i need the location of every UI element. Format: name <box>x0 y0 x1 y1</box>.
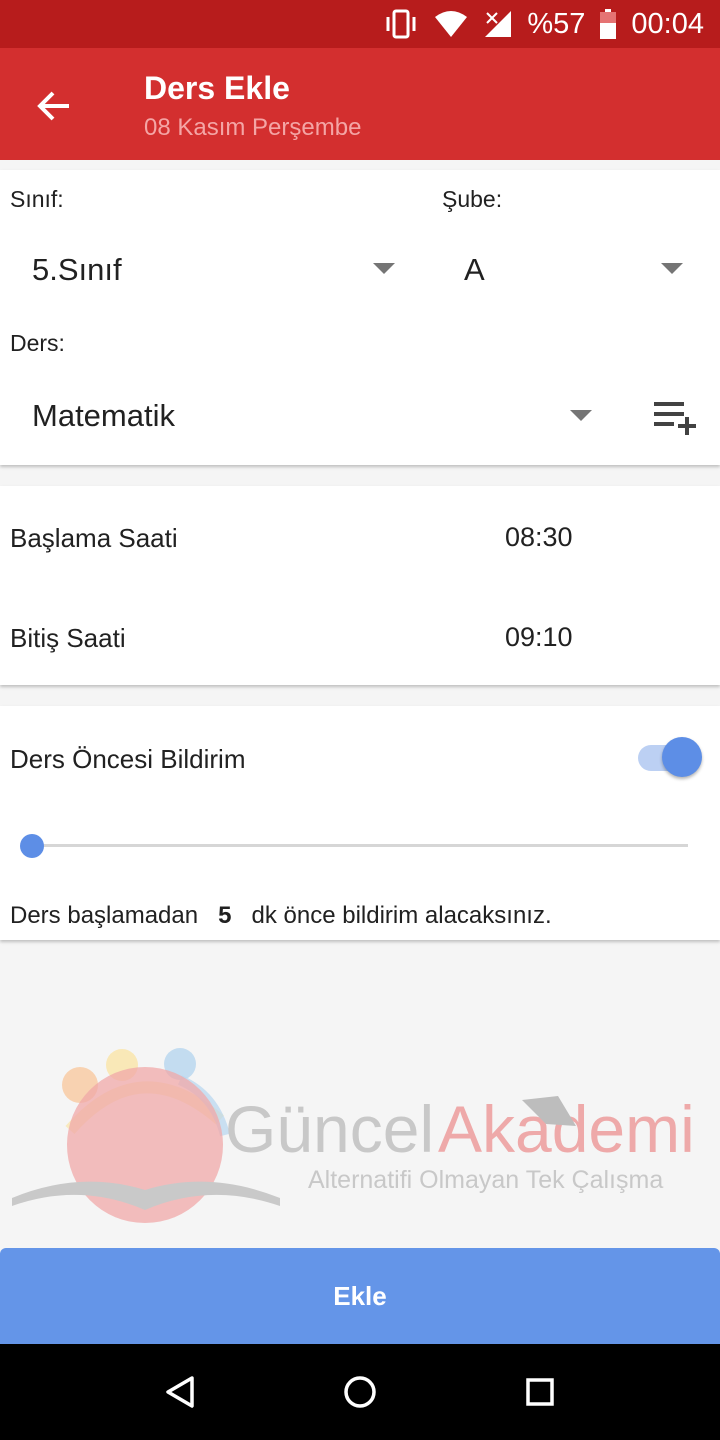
minutes-slider-track[interactable] <box>32 844 688 847</box>
recents-square-icon <box>526 1378 554 1406</box>
arrow-back-icon <box>37 91 69 121</box>
end-time-label: Bitiş Saati <box>10 623 126 653</box>
section-select[interactable]: A <box>440 232 700 304</box>
nav-back-button[interactable] <box>156 1368 204 1416</box>
end-time-row[interactable]: Bitiş Saati 09:10 <box>0 586 720 685</box>
back-triangle-icon <box>166 1376 194 1408</box>
nav-recents-button[interactable] <box>516 1368 564 1416</box>
add-lesson-button[interactable] <box>648 394 702 440</box>
class-card: Sınıf: Şube: 5.Sınıf A Ders: Matematik <box>0 170 720 465</box>
watermark-logo: Güncel Akademi Alternatifi Olmayan Tek Ç… <box>0 1040 720 1230</box>
playlist-add-icon <box>654 402 696 435</box>
section-label: Şube: <box>442 186 503 212</box>
note-suffix: dk önce bildirim alacaksınız. <box>251 902 552 929</box>
app-bar: Ders Ekle 08 Kasım Perşembe <box>0 48 720 160</box>
home-circle-icon <box>344 1376 376 1408</box>
back-button[interactable] <box>26 78 82 134</box>
chevron-down-icon <box>570 410 592 421</box>
time-card: Başlama Saati 08:30 Bitiş Saati 09:10 <box>0 486 720 685</box>
class-select[interactable]: 5.Sınıf <box>0 232 410 304</box>
vibrate-icon <box>386 9 416 39</box>
class-select-value: 5.Sınıf <box>32 252 122 287</box>
class-label: Sınıf: <box>10 186 64 212</box>
chevron-down-icon <box>661 263 683 274</box>
notification-note: Ders başlamadan 5 dk önce bildirim alaca… <box>10 902 552 930</box>
wifi-icon <box>435 11 468 37</box>
battery-percent: %57 <box>527 7 586 40</box>
watermark-brand-1: Güncel <box>225 1092 434 1166</box>
note-minutes: 5 <box>218 902 232 929</box>
watermark-tagline: Alternatifi Olmayan Tek Çalışma <box>308 1166 663 1194</box>
signal-icon <box>485 11 512 37</box>
minutes-slider-thumb[interactable] <box>20 834 44 858</box>
add-button[interactable]: Ekle <box>0 1248 720 1344</box>
toggle-thumb[interactable] <box>662 737 702 777</box>
start-time-value: 08:30 <box>505 522 573 552</box>
chevron-down-icon <box>373 263 395 274</box>
nav-home-button[interactable] <box>336 1368 384 1416</box>
page-subtitle: 08 Kasım Perşembe <box>144 114 362 141</box>
system-nav-bar <box>0 1344 720 1440</box>
start-time-label: Başlama Saati <box>10 523 178 553</box>
section-select-value: A <box>464 252 485 287</box>
end-time-value: 09:10 <box>505 622 573 652</box>
notification-label: Ders Öncesi Bildirim <box>10 744 246 774</box>
lesson-label: Ders: <box>10 330 65 356</box>
status-bar: %57 00:04 <box>0 0 720 48</box>
page-title: Ders Ekle <box>144 70 290 106</box>
clock: 00:04 <box>631 7 704 40</box>
start-time-row[interactable]: Başlama Saati 08:30 <box>0 486 720 586</box>
lesson-select[interactable]: Matematik <box>0 380 620 452</box>
lesson-select-value: Matematik <box>32 398 175 433</box>
logo-graphic: Güncel Akademi Alternatifi Olmayan Tek Ç… <box>12 1048 695 1223</box>
notification-card: Ders Öncesi Bildirim Ders başlamadan 5 d… <box>0 706 720 940</box>
battery-icon <box>600 9 617 39</box>
watermark-brand-2: Akademi <box>438 1092 695 1166</box>
note-prefix: Ders başlamadan <box>10 902 199 929</box>
